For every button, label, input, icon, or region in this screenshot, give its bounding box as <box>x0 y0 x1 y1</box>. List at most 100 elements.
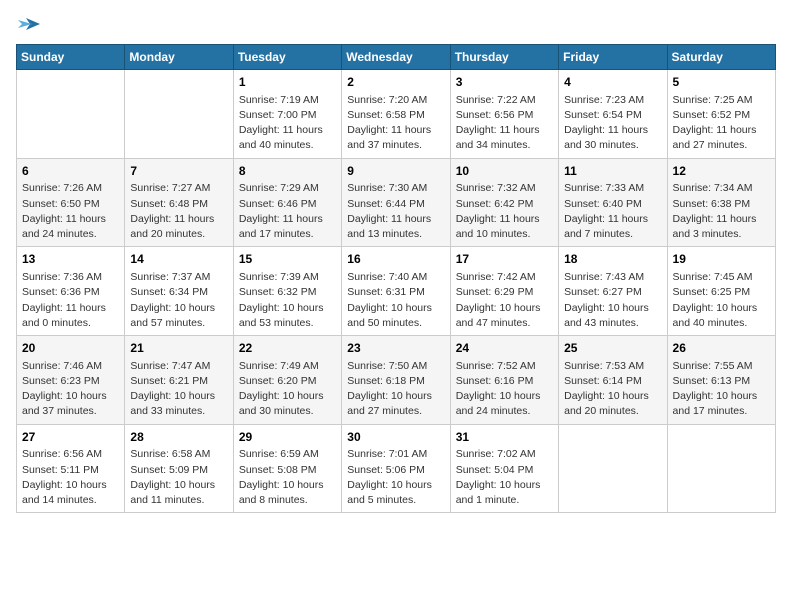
logo-bird-icon <box>18 16 40 34</box>
day-info: Sunrise: 6:56 AM Sunset: 5:11 PM Dayligh… <box>22 447 119 508</box>
day-number: 15 <box>239 251 336 268</box>
day-number: 7 <box>130 163 227 180</box>
day-number: 22 <box>239 340 336 357</box>
day-number: 18 <box>564 251 661 268</box>
day-number: 12 <box>673 163 770 180</box>
calendar-cell: 2 Sunrise: 7:20 AM Sunset: 6:58 PM Daylig… <box>342 70 450 159</box>
calendar-cell: 7Sunrise: 7:27 AM Sunset: 6:48 PM Daylig… <box>125 158 233 247</box>
day-number: 8 <box>239 163 336 180</box>
calendar-cell: 27Sunrise: 6:56 AM Sunset: 5:11 PM Dayli… <box>17 424 125 513</box>
day-info: Sunrise: 7:27 AM Sunset: 6:48 PM Dayligh… <box>130 181 227 242</box>
day-number: 10 <box>456 163 553 180</box>
calendar-cell: 9Sunrise: 7:30 AM Sunset: 6:44 PM Daylig… <box>342 158 450 247</box>
day-info: Sunrise: 7:47 AM Sunset: 6:21 PM Dayligh… <box>130 359 227 420</box>
day-info: Sunrise: 6:58 AM Sunset: 5:09 PM Dayligh… <box>130 447 227 508</box>
day-number: 9 <box>347 163 444 180</box>
day-info: Sunrise: 7:39 AM Sunset: 6:32 PM Dayligh… <box>239 270 336 331</box>
calendar-cell: 16 Sunrise: 7:40 AM Sunset: 6:31 PM Dayli… <box>342 247 450 336</box>
day-info: Sunrise: 7:40 AM Sunset: 6:31 PM Dayligh… <box>347 270 444 331</box>
weekday-header-wednesday: Wednesday <box>342 45 450 70</box>
day-info: Sunrise: 7:20 AM Sunset: 6:58 PM Dayligh… <box>347 93 444 154</box>
calendar-cell: 31Sunrise: 7:02 AM Sunset: 5:04 PM Dayli… <box>450 424 558 513</box>
calendar-cell <box>125 70 233 159</box>
day-info: Sunrise: 7:29 AM Sunset: 6:46 PM Dayligh… <box>239 181 336 242</box>
day-number: 25 <box>564 340 661 357</box>
weekday-header-thursday: Thursday <box>450 45 558 70</box>
calendar-week-row: 1 Sunrise: 7:19 AM Sunset: 7:00 PM Daylig… <box>17 70 776 159</box>
day-number: 2 <box>347 74 444 91</box>
day-info: Sunrise: 7:25 AM Sunset: 6:52 PM Dayligh… <box>673 93 770 154</box>
weekday-header-monday: Monday <box>125 45 233 70</box>
calendar-cell: 18Sunrise: 7:43 AM Sunset: 6:27 PM Dayli… <box>559 247 667 336</box>
calendar-cell: 5 Sunrise: 7:25 AM Sunset: 6:52 PM Daylig… <box>667 70 775 159</box>
day-number: 5 <box>673 74 770 91</box>
calendar-header-row: SundayMondayTuesdayWednesdayThursdayFrid… <box>17 45 776 70</box>
page-header <box>16 16 776 36</box>
day-number: 1 <box>239 74 336 91</box>
calendar-cell: 1 Sunrise: 7:19 AM Sunset: 7:00 PM Daylig… <box>233 70 341 159</box>
calendar-cell: 19 Sunrise: 7:45 AM Sunset: 6:25 PM Dayli… <box>667 247 775 336</box>
day-number: 11 <box>564 163 661 180</box>
weekday-header-sunday: Sunday <box>17 45 125 70</box>
calendar-cell: 17 Sunrise: 7:42 AM Sunset: 6:29 PM Dayli… <box>450 247 558 336</box>
calendar-week-row: 13 Sunrise: 7:36 AM Sunset: 6:36 PM Dayli… <box>17 247 776 336</box>
calendar-cell <box>559 424 667 513</box>
day-info: Sunrise: 7:53 AM Sunset: 6:14 PM Dayligh… <box>564 359 661 420</box>
day-number: 27 <box>22 429 119 446</box>
day-number: 20 <box>22 340 119 357</box>
day-number: 17 <box>456 251 553 268</box>
day-info: Sunrise: 7:52 AM Sunset: 6:16 PM Dayligh… <box>456 359 553 420</box>
day-number: 16 <box>347 251 444 268</box>
day-info: Sunrise: 7:45 AM Sunset: 6:25 PM Dayligh… <box>673 270 770 331</box>
weekday-header-tuesday: Tuesday <box>233 45 341 70</box>
day-info: Sunrise: 7:01 AM Sunset: 5:06 PM Dayligh… <box>347 447 444 508</box>
calendar-cell: 3 Sunrise: 7:22 AM Sunset: 6:56 PM Daylig… <box>450 70 558 159</box>
calendar-cell: 28Sunrise: 6:58 AM Sunset: 5:09 PM Dayli… <box>125 424 233 513</box>
calendar-cell: 15 Sunrise: 7:39 AM Sunset: 6:32 PM Dayli… <box>233 247 341 336</box>
calendar-cell: 12Sunrise: 7:34 AM Sunset: 6:38 PM Dayli… <box>667 158 775 247</box>
day-number: 31 <box>456 429 553 446</box>
day-number: 13 <box>22 251 119 268</box>
calendar-cell: 8Sunrise: 7:29 AM Sunset: 6:46 PM Daylig… <box>233 158 341 247</box>
day-number: 30 <box>347 429 444 446</box>
calendar-cell: 24Sunrise: 7:52 AM Sunset: 6:16 PM Dayli… <box>450 336 558 425</box>
weekday-header-saturday: Saturday <box>667 45 775 70</box>
calendar-cell: 11Sunrise: 7:33 AM Sunset: 6:40 PM Dayli… <box>559 158 667 247</box>
day-info: Sunrise: 7:22 AM Sunset: 6:56 PM Dayligh… <box>456 93 553 154</box>
calendar-cell: 20 Sunrise: 7:46 AM Sunset: 6:23 PM Dayli… <box>17 336 125 425</box>
calendar-cell: 10Sunrise: 7:32 AM Sunset: 6:42 PM Dayli… <box>450 158 558 247</box>
day-info: Sunrise: 7:36 AM Sunset: 6:36 PM Dayligh… <box>22 270 119 331</box>
day-info: Sunrise: 7:30 AM Sunset: 6:44 PM Dayligh… <box>347 181 444 242</box>
day-number: 21 <box>130 340 227 357</box>
logo <box>16 16 40 36</box>
day-info: Sunrise: 7:02 AM Sunset: 5:04 PM Dayligh… <box>456 447 553 508</box>
day-number: 19 <box>673 251 770 268</box>
calendar-cell: 26 Sunrise: 7:55 AM Sunset: 6:13 PM Dayli… <box>667 336 775 425</box>
day-info: Sunrise: 7:19 AM Sunset: 7:00 PM Dayligh… <box>239 93 336 154</box>
weekday-header-friday: Friday <box>559 45 667 70</box>
calendar-week-row: 20 Sunrise: 7:46 AM Sunset: 6:23 PM Dayli… <box>17 336 776 425</box>
day-info: Sunrise: 7:55 AM Sunset: 6:13 PM Dayligh… <box>673 359 770 420</box>
calendar-table: SundayMondayTuesdayWednesdayThursdayFrid… <box>16 44 776 513</box>
day-number: 3 <box>456 74 553 91</box>
calendar-cell: 6Sunrise: 7:26 AM Sunset: 6:50 PM Daylig… <box>17 158 125 247</box>
day-info: Sunrise: 7:50 AM Sunset: 6:18 PM Dayligh… <box>347 359 444 420</box>
calendar-cell: 21 Sunrise: 7:47 AM Sunset: 6:21 PM Dayli… <box>125 336 233 425</box>
calendar-cell: 13 Sunrise: 7:36 AM Sunset: 6:36 PM Dayli… <box>17 247 125 336</box>
day-number: 23 <box>347 340 444 357</box>
day-number: 28 <box>130 429 227 446</box>
day-info: Sunrise: 7:26 AM Sunset: 6:50 PM Dayligh… <box>22 181 119 242</box>
day-info: Sunrise: 7:34 AM Sunset: 6:38 PM Dayligh… <box>673 181 770 242</box>
day-info: Sunrise: 7:33 AM Sunset: 6:40 PM Dayligh… <box>564 181 661 242</box>
calendar-cell: 4Sunrise: 7:23 AM Sunset: 6:54 PM Daylig… <box>559 70 667 159</box>
calendar-cell: 14Sunrise: 7:37 AM Sunset: 6:34 PM Dayli… <box>125 247 233 336</box>
day-info: Sunrise: 7:46 AM Sunset: 6:23 PM Dayligh… <box>22 359 119 420</box>
day-number: 26 <box>673 340 770 357</box>
calendar-cell: 22Sunrise: 7:49 AM Sunset: 6:20 PM Dayli… <box>233 336 341 425</box>
calendar-cell: 25 Sunrise: 7:53 AM Sunset: 6:14 PM Dayli… <box>559 336 667 425</box>
day-info: Sunrise: 7:42 AM Sunset: 6:29 PM Dayligh… <box>456 270 553 331</box>
calendar-cell <box>667 424 775 513</box>
day-number: 6 <box>22 163 119 180</box>
day-info: Sunrise: 6:59 AM Sunset: 5:08 PM Dayligh… <box>239 447 336 508</box>
day-number: 29 <box>239 429 336 446</box>
